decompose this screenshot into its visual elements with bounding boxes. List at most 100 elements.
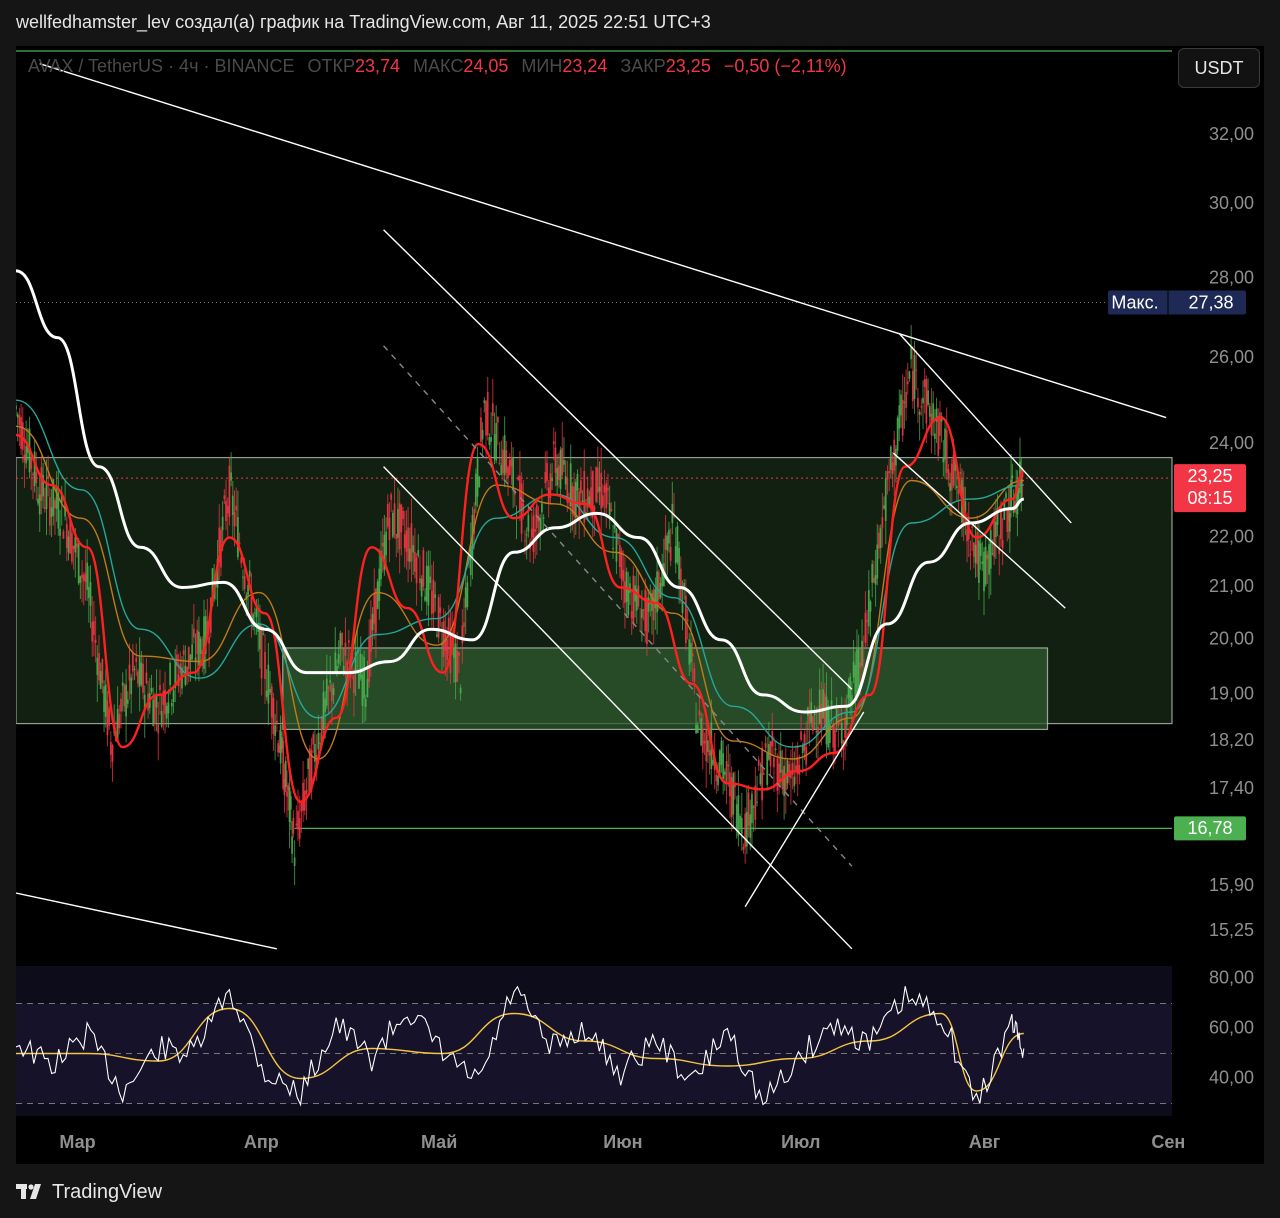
header-bar: wellfedhamster_lev создал(а) график на T…: [0, 0, 1280, 46]
candle-body: [693, 668, 696, 682]
candle-body: [849, 676, 852, 704]
high-label: МАКС: [413, 56, 464, 76]
candle-body: [696, 725, 699, 734]
candle-body: [557, 465, 560, 480]
candle-body: [552, 441, 555, 445]
candle-body: [62, 531, 65, 539]
candle-body: [38, 494, 41, 515]
candle-body: [397, 509, 399, 538]
candle-body: [839, 722, 841, 724]
candle-body: [334, 652, 337, 674]
candle-body: [150, 687, 153, 692]
candle-body: [388, 517, 391, 540]
rsi-axis-tick: 40,00: [1209, 1067, 1254, 1087]
candle-body: [23, 454, 26, 462]
candle-body: [196, 629, 199, 655]
candle-body: [182, 650, 185, 655]
candle-body: [199, 638, 202, 654]
candle-body: [284, 760, 287, 788]
candle-body: [74, 537, 77, 553]
candle-body: [620, 550, 623, 580]
candle-body: [415, 557, 418, 584]
candle-body: [866, 620, 869, 622]
chart-area[interactable]: 32,00 30,00 28,00 26,00 24,00 22,00 21,00 20,00…: [16, 46, 1264, 1164]
candle-body: [825, 696, 828, 745]
candle-body: [928, 406, 931, 417]
candle-body: [419, 578, 421, 584]
price-axis-tick: 15,90: [1209, 875, 1254, 895]
candle-body: [231, 495, 234, 515]
candle-body: [622, 569, 625, 582]
candle-body: [94, 639, 97, 643]
candle-body: [957, 489, 960, 494]
candle-body: [376, 581, 379, 609]
candle-body: [108, 708, 111, 726]
candle-body: [378, 568, 381, 601]
candle-body: [103, 686, 105, 713]
candle-body: [131, 652, 134, 672]
candle-body: [886, 471, 889, 480]
candle-body: [496, 416, 499, 423]
candle-body: [255, 608, 258, 618]
candle-body: [47, 475, 50, 479]
candle-body: [617, 534, 620, 537]
candle-body: [761, 747, 764, 801]
candle-body: [815, 731, 818, 733]
candle-body: [707, 740, 709, 752]
candle-body: [325, 678, 328, 706]
candle-body: [269, 689, 271, 693]
candle-body: [101, 659, 104, 683]
candle-body: [981, 561, 984, 564]
candle-body: [410, 523, 413, 562]
candle-body: [532, 515, 535, 552]
candle-body: [510, 458, 513, 467]
candle-body: [820, 703, 823, 731]
candle-body: [424, 596, 426, 601]
candle-body: [104, 684, 107, 717]
candle-body: [735, 804, 738, 832]
candle-body: [698, 710, 701, 716]
candle-body: [911, 370, 914, 402]
candle-body: [138, 657, 141, 687]
candle-body: [118, 714, 121, 729]
candle-body: [903, 401, 906, 403]
candle-body: [654, 588, 657, 609]
candle-body: [774, 748, 777, 750]
candle-body: [612, 548, 614, 550]
candle-body: [439, 607, 442, 613]
candle-body: [527, 514, 530, 532]
candle-body: [783, 765, 786, 796]
candle-body: [872, 577, 875, 583]
candle-body: [701, 729, 704, 753]
candle-body: [974, 544, 977, 563]
price-axis-tick: 22,00: [1209, 526, 1254, 546]
candle-body: [835, 706, 838, 724]
candle-body: [332, 688, 335, 696]
chart-author-title: wellfedhamster_lev создал(а) график на T…: [16, 12, 711, 32]
candle-body: [43, 507, 46, 510]
currency-button[interactable]: USDT: [1178, 48, 1260, 88]
rsi-axis-tick: 60,00: [1209, 1017, 1254, 1037]
candle-body: [366, 679, 369, 698]
candle-body: [413, 551, 416, 572]
candle-body: [808, 711, 811, 724]
price-chart-svg[interactable]: 32,00 30,00 28,00 26,00 24,00 22,00 21,00 20,00…: [16, 46, 1264, 1164]
candle-body: [228, 465, 231, 517]
candle-body: [740, 817, 743, 834]
candle-body: [986, 554, 989, 560]
candle-body: [751, 793, 753, 824]
symbol-legend: AVAX / TetherUS · 4ч · BINANCE ОТКР23,74…: [28, 56, 855, 77]
candle-body: [292, 817, 295, 834]
candle-body: [879, 528, 882, 549]
candle-body: [67, 536, 70, 553]
candle-body: [647, 597, 650, 612]
candle-body: [627, 588, 630, 616]
candle-body: [436, 634, 438, 637]
candle-body: [913, 355, 916, 399]
candle-body: [607, 488, 609, 491]
candle-body: [605, 483, 608, 509]
candle-body: [937, 415, 940, 456]
candle-body: [50, 507, 53, 517]
candle-body: [659, 583, 662, 598]
price-axis-tick: 15,25: [1209, 920, 1254, 940]
